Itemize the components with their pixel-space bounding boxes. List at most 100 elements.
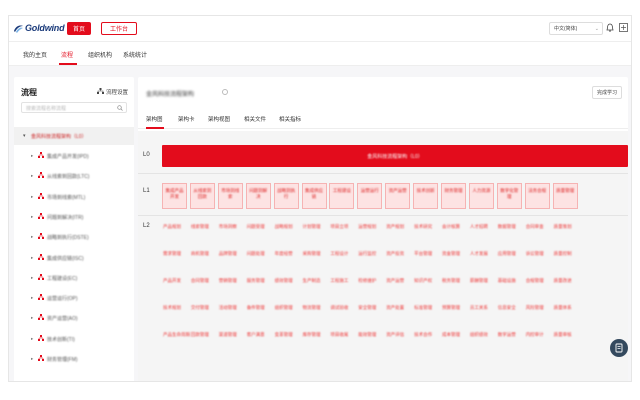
l0-process-block[interactable]: 金风科技流程架构（L0） bbox=[162, 145, 628, 167]
caret-right-icon[interactable]: ▸ bbox=[31, 315, 33, 321]
l2-process-item[interactable]: 问题处理 bbox=[247, 251, 265, 257]
caret-down-icon[interactable]: ▾ bbox=[23, 133, 26, 139]
bell-icon[interactable] bbox=[606, 23, 614, 32]
l2-process-item[interactable]: 安全管理 bbox=[358, 305, 376, 311]
nav-item-process[interactable]: 流程 bbox=[61, 50, 73, 59]
l2-process-item[interactable]: 市场洞察 bbox=[219, 224, 237, 230]
l1-process-block[interactable]: 问题到解决 bbox=[245, 183, 271, 209]
l2-process-item[interactable]: 技术合作 bbox=[414, 332, 432, 338]
search-icon[interactable] bbox=[117, 105, 123, 113]
tree-item[interactable]: ▸ 资产运营(AO) bbox=[14, 311, 134, 325]
tree-item[interactable]: ▸ 战略到执行(DSTE) bbox=[14, 230, 134, 244]
l2-process-item[interactable]: 诉讼管理 bbox=[526, 251, 544, 257]
l1-process-block[interactable]: 运营运行 bbox=[357, 183, 383, 209]
l1-process-block[interactable]: 从线索到回款 bbox=[189, 183, 215, 209]
complete-learning-button[interactable]: 完成学习 bbox=[592, 86, 622, 99]
l2-process-item[interactable]: 技术研究 bbox=[414, 224, 432, 230]
l2-process-item[interactable]: 库存管理 bbox=[303, 332, 321, 338]
home-button[interactable]: 首页 bbox=[67, 22, 91, 35]
l1-process-block[interactable]: 工程建设 bbox=[329, 183, 355, 209]
l2-process-item[interactable]: 组织绩效 bbox=[470, 332, 488, 338]
l2-process-item[interactable]: 会计核算 bbox=[442, 224, 460, 230]
l2-process-item[interactable]: 交付管理 bbox=[191, 305, 209, 311]
l2-process-item[interactable]: 员工关系 bbox=[470, 305, 488, 311]
l2-process-item[interactable]: 质量改进 bbox=[554, 278, 572, 284]
l2-process-item[interactable]: 能效管理 bbox=[358, 332, 376, 338]
l2-process-item[interactable]: 知识产权 bbox=[414, 278, 432, 284]
l2-process-item[interactable]: 绩效管理 bbox=[275, 278, 293, 284]
l2-process-item[interactable]: 平台管理 bbox=[414, 251, 432, 257]
l2-process-item[interactable]: 合同审查 bbox=[526, 224, 544, 230]
nav-item-home[interactable]: 我的主页 bbox=[23, 50, 47, 59]
nav-item-organization[interactable]: 组织机构 bbox=[88, 50, 112, 59]
l1-process-block[interactable]: 数字化管理 bbox=[496, 183, 522, 209]
l2-process-item[interactable]: 项目立项 bbox=[330, 224, 348, 230]
help-float-button[interactable] bbox=[610, 339, 628, 357]
l2-process-item[interactable]: 成本管理 bbox=[442, 332, 460, 338]
l2-process-item[interactable]: 产品规划 bbox=[163, 224, 181, 230]
l2-process-item[interactable]: 战略规划 bbox=[275, 224, 293, 230]
l2-process-item[interactable]: 备件管理 bbox=[247, 305, 265, 311]
nav-item-statistics[interactable]: 系统统计 bbox=[123, 50, 147, 59]
l2-process-item[interactable]: 品牌管理 bbox=[219, 251, 237, 257]
l2-process-item[interactable]: 技术规划 bbox=[163, 305, 181, 311]
tree-item[interactable]: ▸ 集成供应链(ISC) bbox=[14, 251, 134, 265]
l2-process-item[interactable]: 资金管理 bbox=[442, 251, 460, 257]
caret-right-icon[interactable]: ▸ bbox=[31, 234, 33, 240]
tree-item[interactable]: ▸ 运营运行(OP) bbox=[14, 291, 134, 305]
tab-architecture-view[interactable]: 架构视图 bbox=[208, 115, 230, 123]
l2-process-item[interactable]: 应用管理 bbox=[498, 251, 516, 257]
l1-process-block[interactable]: 资产运营 bbox=[385, 183, 411, 209]
l1-process-block[interactable]: 人力资源 bbox=[468, 183, 494, 209]
process-settings-button[interactable]: 流程设置 bbox=[96, 88, 128, 96]
l2-process-item[interactable]: 年度经营 bbox=[275, 251, 293, 257]
l2-process-item[interactable]: 渠道管理 bbox=[219, 332, 237, 338]
l2-process-item[interactable]: 变革管理 bbox=[275, 332, 293, 338]
l2-process-item[interactable]: 税务管理 bbox=[442, 278, 460, 284]
tab-related-metrics[interactable]: 相关指标 bbox=[279, 115, 301, 123]
l2-process-item[interactable]: 运行监控 bbox=[358, 251, 376, 257]
l2-process-item[interactable]: 项目收尾 bbox=[330, 332, 348, 338]
l2-process-item[interactable]: 回款管理 bbox=[191, 332, 209, 338]
tree-root-item[interactable]: ▾ 金风科技流程架构（L0） bbox=[14, 127, 134, 145]
l2-process-item[interactable]: 资产处置 bbox=[386, 305, 404, 311]
l2-process-item[interactable]: 问题受理 bbox=[247, 224, 265, 230]
caret-right-icon[interactable]: ▸ bbox=[31, 214, 33, 220]
l2-process-item[interactable]: 组织管理 bbox=[275, 305, 293, 311]
l1-process-block[interactable]: 财务管理 bbox=[441, 183, 466, 209]
caret-right-icon[interactable]: ▸ bbox=[31, 275, 33, 281]
l2-process-item[interactable]: 质量策划 bbox=[554, 224, 572, 230]
caret-right-icon[interactable]: ▸ bbox=[31, 255, 33, 261]
l2-process-item[interactable]: 资产运营 bbox=[386, 278, 404, 284]
l2-process-item[interactable]: 调试验收 bbox=[330, 305, 348, 311]
l2-process-item[interactable]: 基础设施 bbox=[498, 278, 516, 284]
l2-process-item[interactable]: 人才招聘 bbox=[470, 224, 488, 230]
caret-right-icon[interactable]: ▸ bbox=[31, 356, 33, 362]
tree-item[interactable]: ▸ 集成产品开发(IPD) bbox=[14, 149, 134, 163]
l2-process-item[interactable]: 质量审核 bbox=[554, 332, 572, 338]
tree-item[interactable]: ▸ 财务管理(FM) bbox=[14, 352, 134, 366]
l1-process-block[interactable]: 集成供应链 bbox=[301, 183, 327, 209]
l2-process-item[interactable]: 薪酬管理 bbox=[470, 278, 488, 284]
l2-process-item[interactable]: 资产规划 bbox=[386, 224, 404, 230]
tab-architecture-diagram[interactable]: 架构图 bbox=[146, 115, 163, 123]
workbench-button[interactable]: 工作台 bbox=[101, 22, 137, 35]
l2-process-item[interactable]: 合同管理 bbox=[191, 278, 209, 284]
l2-process-item[interactable]: 活动管理 bbox=[219, 305, 237, 311]
info-icon[interactable] bbox=[222, 89, 228, 95]
l2-process-item[interactable]: 数字运营 bbox=[498, 332, 516, 338]
l2-process-item[interactable]: 工程设计 bbox=[330, 251, 348, 257]
tab-architecture-card[interactable]: 架构卡 bbox=[178, 115, 195, 123]
l2-process-item[interactable]: 人才发展 bbox=[470, 251, 488, 257]
l2-process-item[interactable]: 线索管理 bbox=[191, 224, 209, 230]
l1-process-block[interactable]: 集成产品开发 bbox=[162, 183, 187, 209]
l2-process-item[interactable]: 检修维护 bbox=[358, 278, 376, 284]
l2-process-item[interactable]: 营销管理 bbox=[219, 278, 237, 284]
l2-process-item[interactable]: 物流管理 bbox=[303, 305, 321, 311]
caret-right-icon[interactable]: ▸ bbox=[31, 194, 33, 200]
l1-process-block[interactable]: 质量管理 bbox=[552, 183, 578, 209]
caret-right-icon[interactable]: ▸ bbox=[31, 336, 33, 342]
caret-right-icon[interactable]: ▸ bbox=[31, 173, 33, 179]
l2-process-item[interactable]: 工程施工 bbox=[330, 278, 348, 284]
l1-process-block[interactable]: 法务合规 bbox=[524, 183, 550, 209]
